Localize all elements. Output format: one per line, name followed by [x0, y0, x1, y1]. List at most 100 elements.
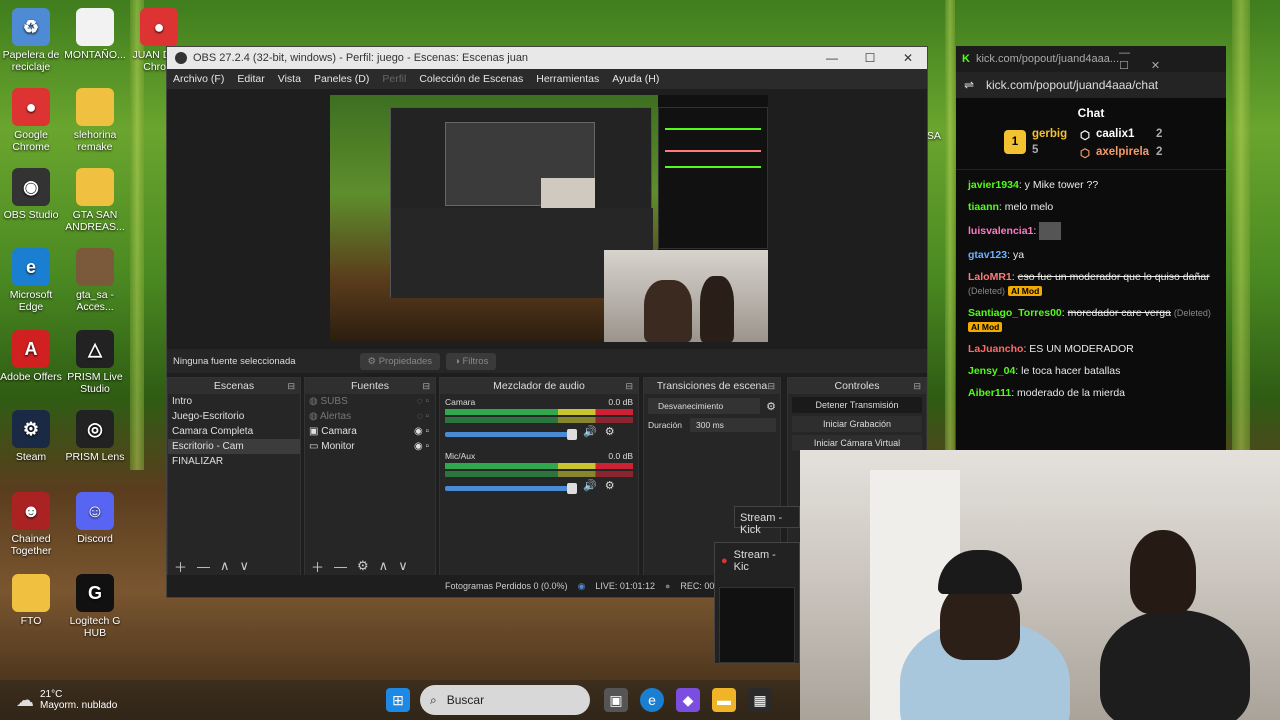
app-icon: ☺: [76, 492, 114, 530]
scene-item-selected[interactable]: Escritorio - Cam: [168, 439, 300, 454]
speaker-icon[interactable]: 🔊: [583, 479, 597, 492]
gear-icon[interactable]: ⚙: [357, 558, 369, 574]
window-controls[interactable]: —☐✕: [1119, 47, 1214, 72]
add-icon[interactable]: ＋: [311, 557, 324, 576]
eye-icon[interactable]: ◉ ▫: [414, 424, 429, 439]
down-icon[interactable]: ∨: [240, 558, 250, 574]
desktop-icon[interactable]: MONTAÑO...: [64, 8, 126, 61]
chat-username[interactable]: LaloMR1: [968, 271, 1012, 283]
desktop-icon[interactable]: △ PRISM Live Studio: [64, 330, 126, 395]
eye-icon[interactable]: ◉ ▫: [414, 439, 429, 454]
gear-icon[interactable]: ⚙: [605, 425, 615, 438]
chat-username[interactable]: luisvalencia1: [968, 225, 1033, 237]
menu-ayuda[interactable]: Ayuda (H): [612, 73, 659, 85]
menu-herramientas[interactable]: Herramientas: [536, 73, 599, 85]
desktop-icon[interactable]: FTO: [0, 574, 62, 627]
desktop-icon[interactable]: G Logitech G HUB: [64, 574, 126, 639]
maximize-button[interactable]: ☐: [851, 51, 889, 65]
menu-editar[interactable]: Editar: [237, 73, 264, 85]
obs-preview[interactable]: [330, 95, 768, 342]
menu-coleccion-escenas[interactable]: Colección de Escenas: [419, 73, 523, 85]
site-info-icon[interactable]: ⇌: [964, 78, 974, 92]
kick-logo-icon: K: [962, 53, 970, 65]
desktop-icon[interactable]: ◉ OBS Studio: [0, 168, 62, 221]
volume-slider[interactable]: [445, 429, 577, 440]
minimize-button[interactable]: —: [813, 51, 851, 65]
stream-preview-thumbnail[interactable]: ● Stream - Kic: [714, 542, 800, 664]
desktop-icon[interactable]: slehorina remake: [64, 88, 126, 153]
stream-thumbnail-label[interactable]: Stream - Kick: [734, 506, 800, 536]
desktop-icon-label: Discord: [77, 533, 113, 545]
chat-username[interactable]: gtav123: [968, 249, 1007, 261]
leader-count: 5: [1032, 144, 1039, 156]
app-icon: [76, 168, 114, 206]
source-item[interactable]: ▭ Monitor ◉ ▫: [305, 439, 435, 454]
volume-slider[interactable]: [445, 483, 577, 494]
start-button[interactable]: ⊞: [386, 688, 410, 712]
app-icon: ◉: [12, 168, 50, 206]
desktop-icon[interactable]: GTA SAN ANDREAS...: [64, 168, 126, 233]
scene-item[interactable]: Intro: [168, 394, 300, 409]
desktop-icon[interactable]: e Microsoft Edge: [0, 248, 62, 313]
gear-icon[interactable]: ⚙: [605, 479, 615, 492]
chat-username[interactable]: Jensy_04: [968, 365, 1015, 377]
chat-message: javier1934: y Mike tower ??: [968, 179, 1099, 191]
menu-perfil[interactable]: Perfil: [382, 73, 406, 85]
chat-url[interactable]: kick.com/popout/juand4aaa/chat: [986, 78, 1158, 92]
ai-mod-badge: AI Mod: [1007, 286, 1043, 296]
copilot-icon[interactable]: ◆: [676, 688, 700, 712]
up-icon[interactable]: ∧: [379, 558, 389, 574]
eye-icon[interactable]: ◌ ▫: [417, 394, 429, 409]
transition-select[interactable]: Desvanecimiento: [648, 398, 761, 414]
speaker-icon[interactable]: 🔊: [583, 425, 597, 438]
desktop-icon[interactable]: ● Google Chrome: [0, 88, 62, 153]
remove-icon[interactable]: —: [334, 559, 347, 574]
chat-message: luisvalencia1:: [956, 218, 1226, 244]
scenes-dock: Escenas Intro Juego-Escritorio Camara Co…: [167, 377, 301, 577]
desktop-icon[interactable]: ♻ Papelera de reciclaje: [0, 8, 62, 73]
add-icon[interactable]: ＋: [174, 557, 187, 576]
down-icon[interactable]: ∨: [398, 558, 408, 574]
chat-username[interactable]: LaJuancho: [968, 343, 1023, 355]
menu-vista[interactable]: Vista: [278, 73, 301, 85]
store-icon[interactable]: ▦: [748, 688, 772, 712]
app-icon: G: [76, 574, 114, 612]
edge-icon[interactable]: e: [640, 688, 664, 712]
desktop-icon[interactable]: ☻ Chained Together: [0, 492, 62, 557]
desktop-icon[interactable]: ⚙ Steam: [0, 410, 62, 463]
duration-input[interactable]: 300 ms: [690, 418, 776, 432]
scene-item[interactable]: FINALIZAR: [168, 454, 300, 469]
task-view-icon[interactable]: ▣: [604, 688, 628, 712]
menu-paneles[interactable]: Paneles (D): [314, 73, 369, 85]
scene-item[interactable]: Juego-Escritorio: [168, 409, 300, 424]
gear-icon[interactable]: ⚙: [766, 400, 776, 413]
remove-icon[interactable]: —: [197, 559, 210, 574]
chat-username[interactable]: javier1934: [968, 179, 1019, 191]
desktop-icon[interactable]: gta_sa - Acces...: [64, 248, 126, 313]
file-explorer-icon[interactable]: ▬: [712, 688, 736, 712]
close-button[interactable]: ✕: [889, 51, 927, 65]
up-icon[interactable]: ∧: [220, 558, 230, 574]
source-item[interactable]: ◍ SUBS ◌ ▫: [305, 394, 435, 409]
desktop-icon[interactable]: A Adobe Offers: [0, 330, 62, 383]
properties-button[interactable]: ⚙ Propiedades: [359, 352, 441, 370]
chat-username[interactable]: Aiber111: [968, 387, 1011, 399]
scene-item[interactable]: Camara Completa: [168, 424, 300, 439]
volume-meter: [445, 417, 633, 423]
chat-username[interactable]: Santiago_Torres00: [968, 307, 1062, 319]
weather-widget[interactable]: ☁ 21°C Mayorm. nublado: [16, 689, 346, 711]
filters-button[interactable]: ◑ Filtros: [446, 352, 497, 370]
chat-username[interactable]: tiaann: [968, 201, 999, 213]
desktop-icon[interactable]: ◎ PRISM Lens: [64, 410, 126, 463]
start-recording-button[interactable]: Iniciar Grabación: [792, 416, 922, 432]
menu-archivo[interactable]: Archivo (F): [173, 73, 224, 85]
eye-icon[interactable]: ◌ ▫: [417, 409, 429, 424]
source-item[interactable]: ◍ Alertas ◌ ▫: [305, 409, 435, 424]
taskbar-search[interactable]: ⌕ Buscar: [420, 685, 590, 715]
stop-streaming-button[interactable]: Detener Transmisión: [792, 397, 922, 413]
desktop-icon[interactable]: ☺ Discord: [64, 492, 126, 545]
transition-row: Desvanecimiento ⚙: [648, 398, 776, 414]
source-item[interactable]: ▣ Camara ◉ ▫: [305, 424, 435, 439]
channel-name: Mic/Aux: [445, 451, 476, 461]
start-virtual-camera-button[interactable]: Iniciar Cámara Virtual: [792, 435, 922, 451]
